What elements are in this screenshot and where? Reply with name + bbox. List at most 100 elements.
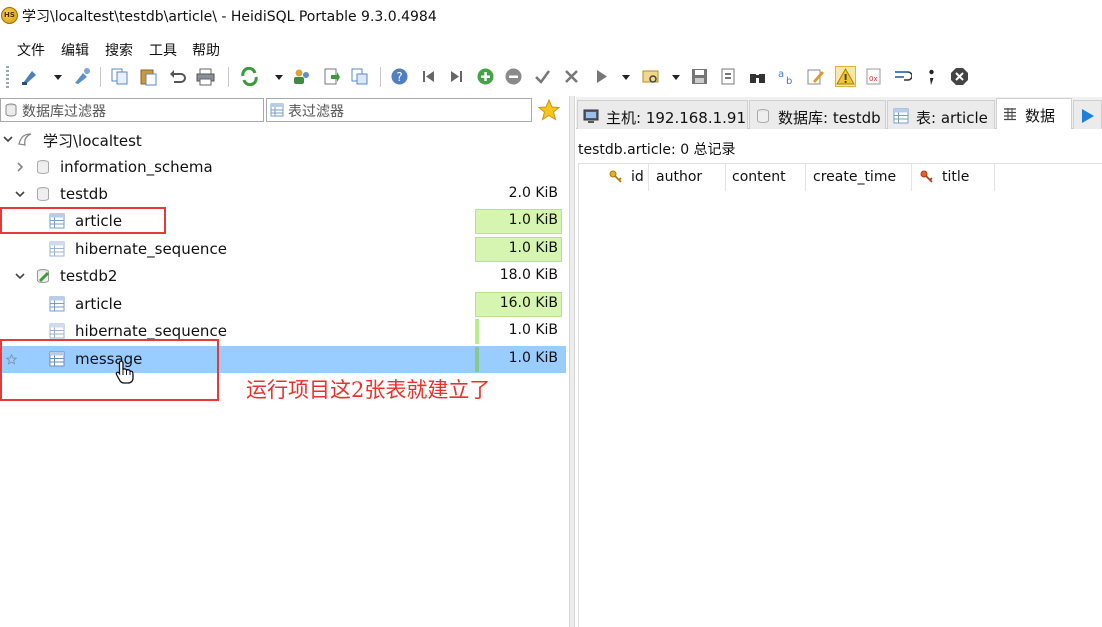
tree-item-label: article [75, 295, 123, 313]
delete-row-icon[interactable] [504, 67, 523, 86]
table-icon [49, 241, 65, 257]
table-icon [49, 296, 65, 312]
help-icon[interactable]: ? [390, 67, 409, 86]
menu-help[interactable]: 帮助 [192, 40, 220, 60]
session-manager-icon[interactable] [20, 67, 39, 86]
tree-node-testdb2[interactable]: testdb2 18.0 KiB [0, 263, 566, 290]
column-header-id[interactable]: id [579, 164, 649, 191]
tree-item-size: 1.0 KiB [508, 322, 558, 338]
chevron-down-icon[interactable] [14, 270, 26, 282]
favorites-star-icon[interactable] [538, 99, 560, 121]
chevron-down-icon[interactable] [2, 133, 14, 145]
save-icon[interactable] [690, 67, 709, 86]
column-header-author[interactable]: author [649, 164, 726, 191]
toolbar-grip[interactable] [6, 66, 9, 88]
tree-item-label: testdb2 [60, 267, 118, 285]
menu-search[interactable]: 搜索 [105, 40, 133, 60]
chevron-down-icon[interactable] [14, 188, 26, 200]
tree-node-testdb2-article[interactable]: article 16.0 KiB [0, 291, 566, 318]
table-icon [49, 323, 65, 339]
highlight-box-message [0, 339, 219, 401]
last-record-icon[interactable] [447, 67, 466, 86]
find-replace-icon[interactable]: ab [777, 67, 796, 86]
tree-item-size: 1.0 KiB [508, 212, 558, 228]
table-icon [270, 103, 284, 117]
tab-table[interactable]: 表: article [887, 100, 995, 129]
heidisql-app-icon: HS [1, 7, 18, 24]
panel-splitter[interactable] [569, 96, 575, 627]
server-icon [18, 133, 32, 146]
hex-icon[interactable]: 0x [864, 67, 883, 86]
database-active-icon [37, 269, 50, 283]
tree-node-testdb-hibernate-sequence[interactable]: hibernate_sequence 1.0 KiB [0, 236, 566, 263]
tree-item-label: hibernate_sequence [75, 240, 227, 258]
size-bar [475, 319, 479, 344]
tree-item-label: hibernate_sequence [75, 322, 227, 340]
main-tab-bar: 主机: 192.168.1.91 数据库: testdb 表: article … [576, 97, 1102, 129]
menu-edit[interactable]: 编辑 [61, 40, 89, 60]
column-header-create-time[interactable]: create_time [806, 164, 912, 191]
primary-key-icon [609, 170, 622, 183]
chevron-right-icon[interactable] [14, 161, 26, 173]
tree-root-label: 学习\localtest [43, 132, 142, 150]
tab-database[interactable]: 数据库: testdb [749, 100, 886, 129]
first-record-icon[interactable] [419, 67, 438, 86]
load-sql-icon[interactable] [719, 67, 738, 86]
index-key-icon [920, 170, 933, 183]
tab-data[interactable]: 数据 [996, 98, 1072, 129]
run-dropdown-icon[interactable] [622, 75, 630, 80]
tab-query[interactable] [1073, 100, 1102, 129]
tab-host[interactable]: 主机: 192.168.1.91 [577, 100, 748, 129]
grid-record-count: testdb.article: 0 总记录 [578, 142, 736, 158]
refresh-dropdown-icon[interactable] [275, 75, 283, 80]
user-manager-icon[interactable] [292, 67, 311, 86]
grid-icon [1004, 108, 1016, 121]
menu-bar: 文件 编辑 搜索 工具 帮助 [0, 35, 1102, 61]
main-toolbar: ? ab 0x [0, 62, 1102, 92]
tree-item-size: 2.0 KiB [508, 185, 558, 201]
svg-text:b: b [786, 76, 792, 86]
query-dropdown-icon[interactable] [672, 75, 680, 80]
window-title: 学习\localtest\testdb\article\ - HeidiSQL … [22, 9, 437, 25]
binoculars-icon[interactable] [748, 67, 767, 86]
database-icon [5, 103, 17, 117]
highlight-box-article [0, 207, 166, 234]
monitor-icon [583, 109, 599, 123]
post-icon[interactable] [533, 67, 552, 86]
edit-icon[interactable] [806, 67, 825, 86]
undo-icon[interactable] [168, 67, 187, 86]
database-filter-input[interactable]: 数据库过滤器 [0, 98, 264, 122]
warnings-icon[interactable] [835, 66, 856, 87]
data-grid[interactable]: id author content create_time title [578, 163, 1102, 627]
semicolon-icon[interactable] [922, 67, 941, 86]
svg-text:0x: 0x [869, 75, 878, 83]
tree-node-testdb[interactable]: testdb 2.0 KiB [0, 181, 566, 208]
stop-icon[interactable] [950, 67, 969, 86]
database-icon [37, 160, 49, 174]
export-icon[interactable] [350, 67, 369, 86]
column-header-content[interactable]: content [726, 164, 806, 191]
tree-node-root[interactable]: 学习\localtest [0, 126, 566, 153]
session-dropdown-icon[interactable] [54, 75, 62, 80]
import-sql-icon[interactable] [322, 67, 341, 86]
table-filter-input[interactable]: 表过滤器 [266, 98, 532, 122]
wrap-icon[interactable] [893, 67, 912, 86]
svg-text:?: ? [396, 70, 402, 84]
annotation-text: 运行项目这2张表就建立了 [246, 378, 491, 402]
tree-item-size: 18.0 KiB [499, 267, 558, 283]
query-icon[interactable] [641, 67, 660, 86]
menu-file[interactable]: 文件 [17, 40, 45, 60]
menu-tools[interactable]: 工具 [149, 40, 177, 60]
database-icon [757, 109, 769, 123]
print-icon[interactable] [196, 67, 215, 86]
copy-icon[interactable] [110, 67, 129, 86]
cancel-icon[interactable] [562, 67, 581, 86]
database-icon [37, 187, 49, 201]
run-sql-icon[interactable] [592, 67, 611, 86]
paste-icon[interactable] [139, 67, 158, 86]
disconnect-icon[interactable] [72, 67, 91, 86]
insert-row-icon[interactable] [476, 67, 495, 86]
tree-node-information-schema[interactable]: information_schema [0, 154, 566, 181]
column-header-title[interactable]: title [912, 164, 995, 191]
refresh-icon[interactable] [240, 67, 259, 86]
